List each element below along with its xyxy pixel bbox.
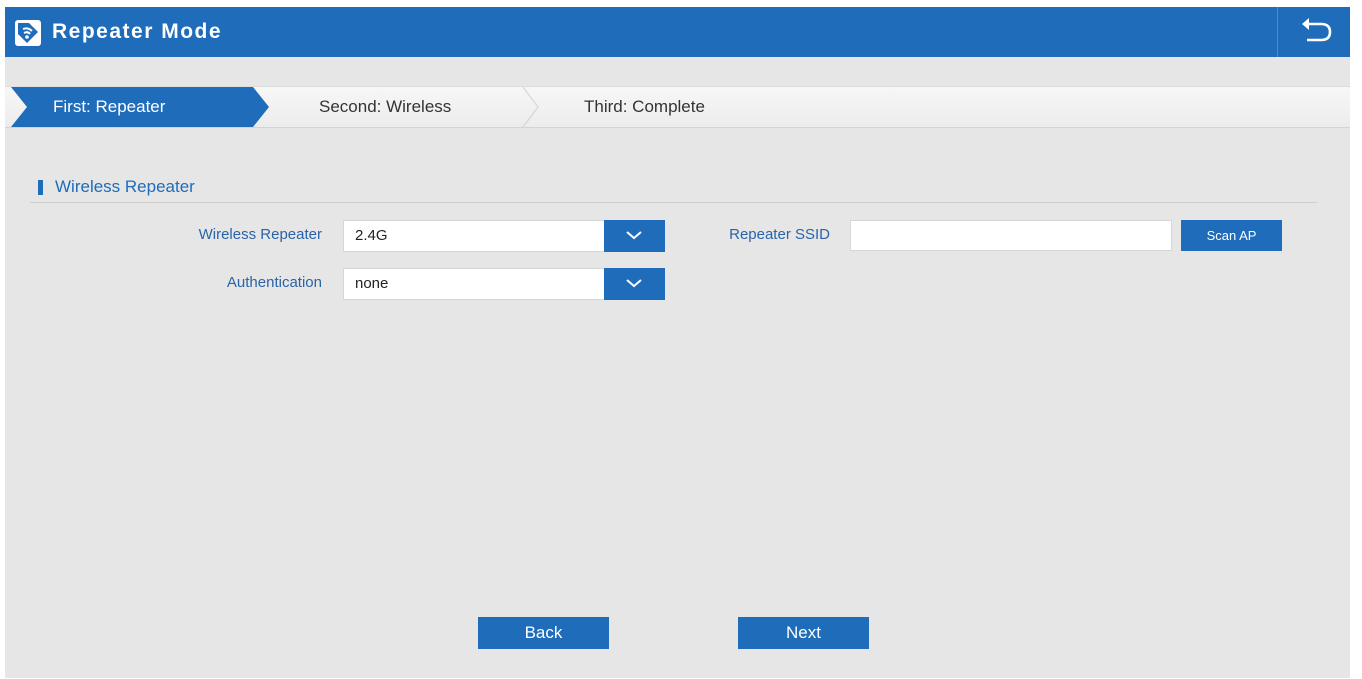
return-icon	[1302, 18, 1332, 42]
authentication-dropdown-button[interactable]	[604, 268, 665, 300]
step-third-complete[interactable]: Third: Complete	[584, 87, 705, 127]
wireless-repeater-select[interactable]: 2.4G	[343, 220, 665, 252]
authentication-select[interactable]: none	[343, 268, 665, 300]
page-title: Repeater Mode	[52, 20, 223, 43]
section-marker	[38, 180, 43, 195]
next-button[interactable]: Next	[738, 617, 869, 649]
step-second-wireless[interactable]: Second: Wireless	[319, 87, 451, 127]
chevron-down-icon	[626, 279, 642, 288]
wifi-settings-icon	[15, 20, 41, 46]
wireless-repeater-label: Wireless Repeater	[198, 226, 322, 243]
step-first-repeater[interactable]: First: Repeater	[53, 87, 165, 127]
title-bar: Repeater Mode	[5, 7, 1350, 57]
authentication-value: none	[355, 275, 389, 292]
authentication-label: Authentication	[226, 274, 322, 291]
repeater-ssid-label: Repeater SSID	[729, 226, 830, 243]
repeater-ssid-input[interactable]	[850, 220, 1172, 251]
back-button[interactable]: Back	[478, 617, 609, 649]
wizard-steps: First: Repeater Second: Wireless Third: …	[5, 86, 1350, 128]
section-title: Wireless Repeater	[55, 177, 195, 196]
wireless-repeater-dropdown-button[interactable]	[604, 220, 665, 252]
repeater-mode-window: Repeater Mode First: Repeater Second: Wi…	[5, 7, 1350, 678]
wireless-repeater-value: 2.4G	[355, 227, 388, 244]
back-nav-button[interactable]	[1277, 7, 1350, 57]
scan-ap-button[interactable]: Scan AP	[1181, 220, 1282, 251]
section-divider	[30, 202, 1317, 203]
chevron-down-icon	[626, 231, 642, 240]
